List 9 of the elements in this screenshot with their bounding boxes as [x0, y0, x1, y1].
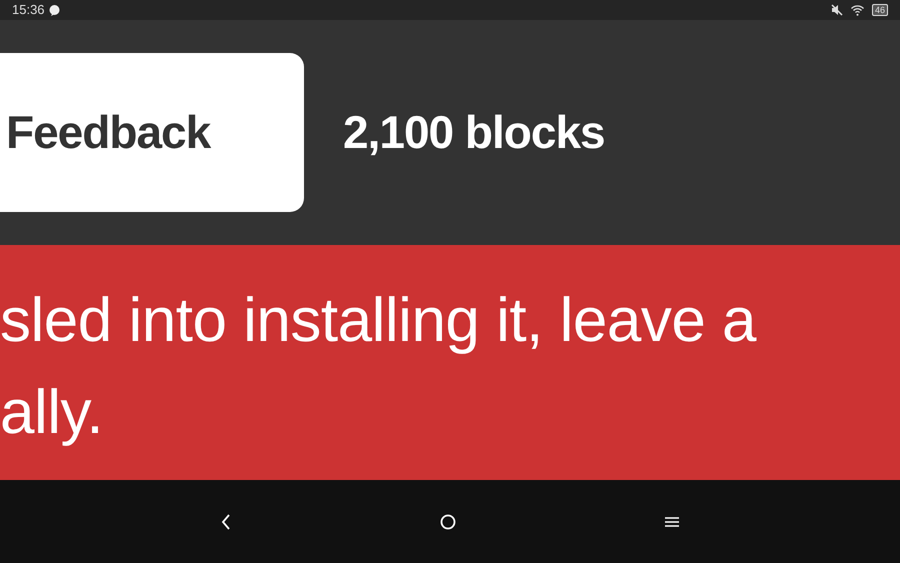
mute-icon	[830, 4, 843, 16]
clock: 15:36	[12, 1, 45, 20]
block-count: 2,100 blocks	[343, 105, 605, 160]
wifi-icon	[850, 4, 864, 16]
banner-text: ally.	[0, 377, 104, 449]
banner-text: sled into installing it, leave a	[0, 285, 758, 357]
battery-icon: 46	[872, 4, 888, 16]
feedback-button[interactable]: Feedback	[0, 53, 304, 212]
chat-bubble-icon	[48, 4, 60, 16]
